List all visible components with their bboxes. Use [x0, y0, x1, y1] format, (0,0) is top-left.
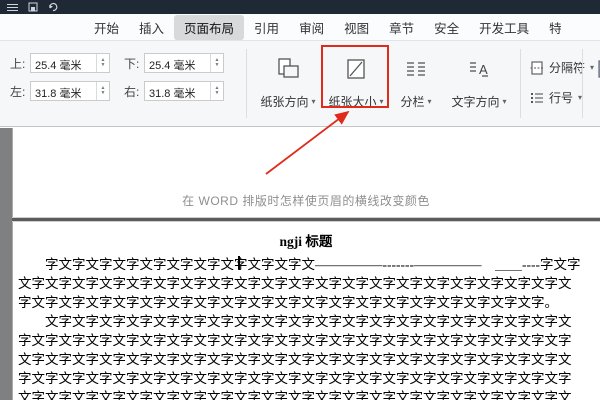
tab-developer-tools[interactable]: 开发工具 — [469, 15, 539, 40]
margin-top-label: 上: — [10, 55, 30, 72]
chevron-down-icon: ▾ — [312, 98, 316, 106]
titlebar — [0, 0, 600, 14]
text-line: 字文字文字文字文字文字文字文字文字文字文字文字文字文字文字文字文字文字文字文字。 — [18, 293, 592, 312]
spinner-arrows[interactable]: ▲ ▼ — [96, 54, 109, 72]
paper-size-icon — [343, 53, 370, 85]
text-direction-label: 文字方向 — [451, 93, 499, 110]
margin-right-label: 右: — [124, 83, 144, 100]
text-direction-icon: A — [466, 53, 493, 85]
document-body[interactable]: 字文字文字文字文字文字文字文字文字文字文—————-------————— ＿＿… — [18, 255, 592, 400]
document-page[interactable]: 在 WORD 排版时怎样使页眉的横线改变颜色 ngji 标题 字文字文字文字文字… — [12, 128, 600, 400]
word-processor-window: 开始 插入 页面布局 引用 审阅 视图 章节 安全 开发工具 特 上: 25.4… — [0, 0, 600, 400]
text-line: 字文字文字文字文字文字文字文字文字文字文—————-------————— ＿＿… — [18, 255, 592, 274]
paper-size-button[interactable]: 纸张大小 ▾ — [326, 45, 386, 123]
background-icon — [595, 53, 600, 85]
tab-home[interactable]: 开始 — [84, 15, 129, 40]
menu-icon[interactable] — [7, 4, 18, 11]
menubar: 开始 插入 页面布局 引用 审阅 视图 章节 安全 开发工具 特 — [0, 14, 600, 41]
spinner-arrows[interactable]: ▲ ▼ — [96, 82, 109, 100]
text-line: 文字文字文字文字文字文字文字文字文字文字文字文字文字文字文字文字文字文字文字文字… — [18, 274, 592, 293]
ribbon-separator — [582, 49, 583, 118]
svg-text:A: A — [479, 62, 488, 77]
margin-right-value[interactable]: 31.8 毫米 — [145, 82, 210, 100]
spinner-arrows[interactable]: ▲ ▼ — [210, 82, 223, 100]
spinner-arrows[interactable]: ▲ ▼ — [210, 54, 223, 72]
text-line: 文字文字文字文字文字文字文字文字文字文字文字文字文字文字文字文字文字文字文字文字… — [18, 350, 592, 369]
document-title: ngji 标题 — [12, 230, 600, 250]
margin-row-top-bottom: 上: 25.4 毫米 ▲ ▼ 下: 25.4 毫米 ▲ ▼ — [10, 53, 238, 73]
columns-label: 分栏 — [400, 93, 424, 110]
tab-references[interactable]: 引用 — [244, 15, 289, 40]
margin-left-stepper[interactable]: 31.8 毫米 ▲ ▼ — [30, 81, 110, 101]
paper-size-label: 纸张大小 — [328, 93, 376, 110]
save-icon[interactable] — [28, 2, 38, 12]
tab-view[interactable]: 视图 — [334, 15, 379, 40]
tab-special-features[interactable]: 特 — [539, 15, 572, 40]
chevron-down-icon: ▾ — [428, 98, 432, 106]
margin-bottom-label: 下: — [124, 55, 144, 72]
paper-orientation-button[interactable]: 纸张方向 ▾ — [256, 45, 320, 123]
spin-down-icon[interactable]: ▼ — [215, 63, 220, 68]
text-line: 字文字文字文字文字文字文字文字文字文字文字文字文字文字文字文字文字文字文字文字文… — [18, 331, 592, 350]
chevron-down-icon: ▾ — [503, 98, 507, 106]
columns-button[interactable]: 分栏 ▾ — [392, 45, 440, 123]
paper-orientation-icon — [275, 53, 302, 85]
chevron-down-icon: ▾ — [380, 98, 384, 106]
text-cursor — [238, 256, 240, 269]
text-line: 文字文字文字文字文字文字文字文字文字文字文字文字文字文字文字文字文字文字文字文字… — [18, 388, 592, 400]
spin-down-icon[interactable]: ▼ — [101, 63, 106, 68]
spin-down-icon[interactable]: ▼ — [215, 91, 220, 96]
line-numbers-icon — [530, 91, 544, 105]
margin-row-left-right: 左: 31.8 毫米 ▲ ▼ 右: 31.8 毫米 ▲ ▼ — [10, 81, 238, 101]
tab-insert[interactable]: 插入 — [129, 15, 174, 40]
columns-icon — [403, 53, 430, 85]
ribbon: 上: 25.4 毫米 ▲ ▼ 下: 25.4 毫米 ▲ ▼ 左: 31.8 毫米 — [0, 41, 600, 127]
tab-page-layout[interactable]: 页面布局 — [174, 15, 244, 40]
breaks-button[interactable]: 分隔符 ▾ — [530, 59, 594, 76]
text-line: 文字文字文字文字文字文字文字文字文字文字文字文字文字文字文字文字文字文字文字文 — [18, 312, 592, 331]
margin-left-value[interactable]: 31.8 毫米 — [31, 82, 96, 100]
ribbon-separator — [520, 49, 521, 118]
margin-bottom-stepper[interactable]: 25.4 毫米 ▲ ▼ — [144, 53, 224, 73]
tab-security[interactable]: 安全 — [424, 15, 469, 40]
text-line: 字文字文字文字文字文字文字文字文字文字文字文字文字文字文字文字文字文字文字文字文… — [18, 369, 592, 388]
text-direction-button[interactable]: A 文字方向 ▾ — [444, 45, 514, 123]
margin-right-stepper[interactable]: 31.8 毫米 ▲ ▼ — [144, 81, 224, 101]
margin-top-stepper[interactable]: 25.4 毫米 ▲ ▼ — [30, 53, 110, 73]
ribbon-separator — [246, 49, 247, 118]
line-numbers-label: 行号 — [549, 89, 573, 106]
paper-orientation-label: 纸张方向 — [260, 93, 308, 110]
breaks-label: 分隔符 — [549, 59, 585, 76]
tab-review[interactable]: 审阅 — [289, 15, 334, 40]
undo-icon[interactable] — [48, 2, 58, 12]
background-button[interactable]: 背 — [588, 45, 600, 123]
margin-left-label: 左: — [10, 83, 30, 100]
margin-bottom-value[interactable]: 25.4 毫米 — [145, 54, 210, 72]
tab-section[interactable]: 章节 — [379, 15, 424, 40]
header-border-line — [12, 217, 600, 222]
document-workspace: 在 WORD 排版时怎样使页眉的横线改变颜色 ngji 标题 字文字文字文字文字… — [0, 128, 600, 400]
line-numbers-button[interactable]: 行号 ▾ — [530, 89, 582, 106]
page-header-text: 在 WORD 排版时怎样使页眉的横线改变颜色 — [12, 192, 600, 209]
spin-down-icon[interactable]: ▼ — [101, 91, 106, 96]
margin-top-value[interactable]: 25.4 毫米 — [31, 54, 96, 72]
breaks-icon — [530, 61, 544, 75]
